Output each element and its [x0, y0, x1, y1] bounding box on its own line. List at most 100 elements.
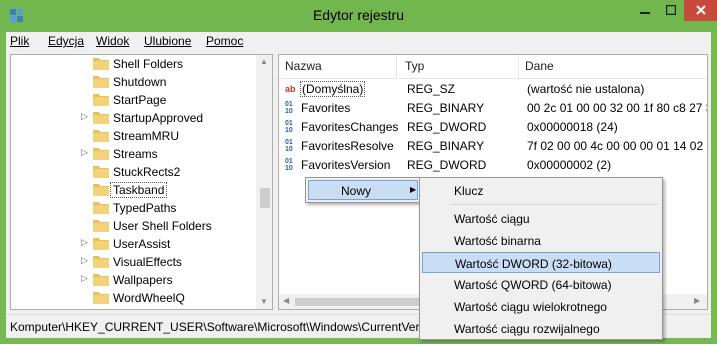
maximize-button[interactable] [658, 0, 684, 21]
folder-icon [93, 112, 109, 124]
tree-item[interactable]: Shutdown [11, 73, 256, 91]
value-name: Favorites [301, 101, 351, 115]
tree-item-label: UserAssist [113, 237, 171, 251]
menu-favorites[interactable]: Ulubione [144, 34, 191, 48]
title-bar[interactable]: Edytor rejestru [0, 0, 717, 32]
value-row[interactable]: 01 10 FavoritesVersion REG_DWORD 0x00000002 … [279, 156, 707, 175]
tree-vertical-scrollbar[interactable]: ▲ ▼ [256, 55, 272, 309]
new-submenu: Klucz Wartość ciągu Wartość binarna Wartość… [419, 177, 663, 340]
submenu-item-label: Wartość ciągu [454, 212, 530, 226]
value-name: (Domyślna) [300, 81, 366, 97]
expand-arrow-icon[interactable]: ▷ [81, 255, 88, 266]
tree-item[interactable]: StartPage [11, 91, 256, 109]
tree-item[interactable]: StuckRects2 [11, 163, 256, 181]
value-data: 0x00000002 (2) [527, 158, 612, 172]
folder-icon [93, 166, 109, 178]
submenu-item[interactable]: Wartość ciągu wielokrotnego [422, 296, 660, 317]
column-header-name[interactable]: Nazwa [279, 55, 397, 79]
tree-item-label: Shutdown [113, 75, 167, 89]
menu-bar: Plik Edycja Widok Ulubione Pomoc [6, 32, 711, 52]
submenu-item[interactable]: Klucz [422, 180, 660, 201]
string-value-icon: ab [285, 84, 296, 94]
tree-item[interactable]: ▷ VisualEffects [11, 253, 256, 271]
window-title: Edytor rejestru [312, 7, 405, 23]
tree-item-label: StuckRects2 [113, 165, 181, 179]
scroll-down-icon[interactable]: ▼ [260, 297, 268, 306]
registry-tree[interactable]: WordWheelQ ▷ Wallpapers ▷ VisualEffects ▷ User… [10, 54, 273, 310]
menu-edit[interactable]: Edycja [48, 34, 84, 48]
context-menu-new[interactable]: Nowy ▶ [308, 180, 418, 200]
binary-value-icon: 01 10 [285, 101, 293, 115]
submenu-separator [450, 204, 658, 205]
scrollbar-thumb[interactable] [260, 188, 270, 208]
submenu-item-label: Wartość binarna [454, 234, 541, 248]
tree-item-label: Streams [113, 147, 158, 161]
value-type: REG_SZ [407, 82, 456, 96]
tree-item-label: User Shell Folders [113, 219, 212, 233]
tree-item-label: Shell Folders [113, 57, 184, 71]
scrollbar-thumb[interactable] [295, 298, 435, 306]
menu-view[interactable]: Widok [96, 34, 129, 48]
tree-item[interactable]: ▷ Streams [11, 145, 256, 163]
submenu-item[interactable]: Wartość binarna [422, 230, 660, 251]
value-row[interactable]: 01 10 Favorites REG_BINARY 00 2c 01 00 00 32… [279, 99, 707, 118]
submenu-item[interactable]: Wartość ciągu rozwijalnego [422, 318, 660, 339]
tree-item[interactable]: User Shell Folders [11, 217, 256, 235]
submenu-item-label: Wartość ciągu rozwijalnego [454, 322, 600, 336]
tree-item[interactable]: Shell Folders [11, 55, 256, 73]
scroll-right-icon[interactable]: ▶ [694, 296, 700, 305]
scroll-up-icon[interactable]: ▲ [260, 57, 268, 66]
value-name: FavoritesResolve [301, 139, 394, 153]
tree-item[interactable]: ▷ StartupApproved [11, 109, 256, 127]
tree-item[interactable]: StreamMRU [11, 127, 256, 145]
folder-icon [93, 148, 109, 160]
tree-item-label: WordWheelQ [113, 291, 185, 305]
tree-item[interactable]: Taskband [11, 181, 256, 199]
column-header-data[interactable]: Dane [519, 55, 707, 79]
value-row[interactable]: 01 10 FavoritesResolve REG_BINARY 7f 02 00 0… [279, 137, 707, 156]
expand-arrow-icon[interactable]: ▷ [81, 111, 88, 122]
folder-icon [93, 274, 109, 286]
menu-help[interactable]: Pomoc [206, 34, 243, 48]
menu-file[interactable]: Plik [10, 34, 29, 48]
submenu-item-label: Wartość ciągu wielokrotnego [454, 300, 607, 314]
value-row[interactable]: ab (Domyślna) REG_SZ (wartość nie ustalona) [279, 80, 707, 99]
submenu-item[interactable]: Wartość ciągu [422, 208, 660, 229]
tree-item-label: StreamMRU [113, 129, 180, 143]
column-header-type[interactable]: Typ [399, 55, 519, 79]
status-path: Komputer\HKEY_CURRENT_USER\Software\Micr… [10, 320, 435, 334]
expand-arrow-icon[interactable]: ▷ [81, 237, 88, 248]
tree-item[interactable]: ▷ Wallpapers [11, 271, 256, 289]
value-data: (wartość nie ustalona) [527, 82, 645, 96]
tree-item[interactable]: ▷ UserAssist [11, 235, 256, 253]
maximize-icon [665, 4, 677, 16]
submenu-item-label: Klucz [454, 184, 484, 198]
tree-item-label: StartPage [113, 93, 167, 107]
folder-icon [93, 184, 109, 196]
binary-value-icon: 01 10 [285, 139, 293, 153]
minimize-button[interactable] [632, 0, 658, 21]
submenu-item[interactable]: Wartość DWORD (32-bitowa) [422, 252, 660, 273]
value-row[interactable]: 01 10 FavoritesChanges REG_DWORD 0x00000018 … [279, 118, 707, 137]
expand-arrow-icon[interactable]: ▷ [81, 273, 88, 284]
value-type: REG_DWORD [407, 158, 487, 172]
value-data: 7f 02 00 00 4c 00 00 00 01 14 02 00 00 [527, 139, 707, 153]
value-type: REG_BINARY [407, 101, 485, 115]
expand-arrow-icon[interactable]: ▷ [81, 147, 88, 158]
tree-item-label: VisualEffects [113, 255, 182, 269]
menu-view-label: Widok [96, 34, 130, 48]
folder-icon [93, 58, 109, 70]
close-icon [695, 5, 706, 15]
folder-icon [93, 256, 109, 268]
menu-help-label: Pomoc [206, 34, 244, 48]
submenu-item[interactable]: Wartość QWORD (64-bitowa) [422, 274, 660, 295]
tree-item-label: TypedPaths [113, 201, 177, 215]
binary-value-icon: 01 10 [285, 120, 293, 134]
submenu-arrow-icon: ▶ [410, 185, 417, 194]
menu-file-label: Plik [10, 34, 30, 48]
tree-item[interactable]: TypedPaths [11, 199, 256, 217]
submenu-item-label: Wartość DWORD (32-bitowa) [455, 257, 612, 271]
scroll-left-icon[interactable]: ◀ [283, 296, 289, 305]
close-button[interactable] [684, 0, 717, 21]
tree-item[interactable]: WordWheelQ [11, 289, 256, 307]
